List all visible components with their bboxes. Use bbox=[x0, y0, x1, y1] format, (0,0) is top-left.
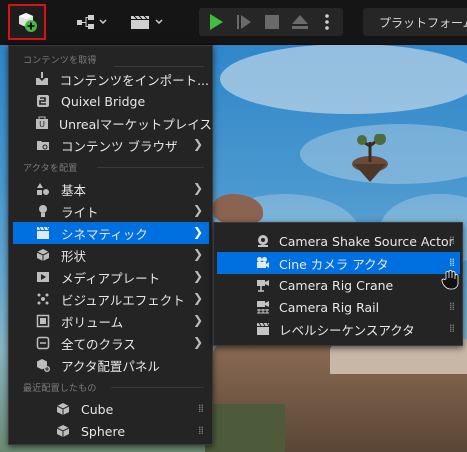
cloud bbox=[220, 44, 467, 114]
hand-cursor-icon bbox=[441, 270, 459, 290]
drag-handle-icon[interactable]: ⁞⁞ bbox=[198, 424, 204, 437]
section-header-get-content: コンテンツを取得 bbox=[23, 56, 97, 66]
section-header-place-actors: アクタを配置 bbox=[23, 164, 78, 174]
vfx-icon bbox=[35, 291, 51, 307]
chevron-right-icon: ❯ bbox=[192, 269, 203, 283]
divider bbox=[97, 167, 204, 168]
menu-item-all-classes[interactable]: 全てのクラス ❯ bbox=[13, 332, 209, 354]
chevron-right-icon: ❯ bbox=[192, 225, 203, 239]
camera-shake-icon bbox=[255, 233, 271, 249]
add-content-menu: コンテンツを取得 コンテンツをインポート... Quixel Bridge U … bbox=[8, 45, 213, 445]
svg-text:U: U bbox=[39, 120, 45, 129]
drag-handle-icon[interactable]: ⁞⁞ bbox=[449, 234, 455, 247]
chevron-right-icon: ❯ bbox=[192, 335, 203, 349]
play-icon[interactable] bbox=[207, 13, 225, 31]
chevron-right-icon: ❯ bbox=[192, 291, 203, 305]
menu-item-content-browser[interactable]: コンテンツ ブラウザ ❯ bbox=[13, 134, 209, 156]
submenu-item-camera-rig-rail[interactable]: Camera Rig Rail ⁞⁞ bbox=[217, 296, 460, 318]
camera-rail-icon bbox=[255, 299, 271, 315]
advance-frame-icon[interactable] bbox=[235, 13, 253, 31]
submenu-item-camera-rig-crane[interactable]: Camera Rig Crane ⁞⁞ bbox=[217, 274, 460, 296]
add-actor-icon bbox=[19, 13, 37, 32]
menu-item-unreal-marketplace[interactable]: U Unrealマーケットプレイス bbox=[13, 112, 212, 134]
cube-icon bbox=[35, 247, 51, 263]
light-icon bbox=[35, 203, 51, 219]
menu-item-visual-effects[interactable]: ビジュアルエフェクト ❯ bbox=[13, 288, 209, 310]
platforms-button[interactable]: プラットフォーム bbox=[363, 8, 467, 36]
blueprint-icon bbox=[77, 15, 107, 29]
submenu-item-cine-camera-actor[interactable]: Cine カメラ アクタ ⁞⁞ bbox=[217, 252, 460, 274]
chevron-right-icon: ❯ bbox=[192, 137, 203, 151]
menu-item-cinematic[interactable]: シネマティック ❯ bbox=[13, 222, 209, 244]
menu-item-import-content[interactable]: コンテンツをインポート... bbox=[13, 68, 209, 90]
divider bbox=[114, 66, 204, 67]
main-toolbar: プラットフォーム bbox=[0, 0, 467, 45]
chevron-right-icon: ❯ bbox=[192, 203, 203, 217]
menu-item-quixel-bridge[interactable]: Quixel Bridge bbox=[13, 90, 209, 112]
blueprint-button[interactable] bbox=[70, 8, 114, 36]
chevron-right-icon: ❯ bbox=[192, 247, 203, 261]
cinematics-button[interactable] bbox=[126, 8, 170, 36]
chevron-right-icon: ❯ bbox=[192, 313, 203, 327]
folder-icon bbox=[35, 137, 51, 153]
panel-icon bbox=[35, 357, 51, 373]
volume-icon bbox=[35, 313, 51, 329]
cinematic-submenu: Camera Shake Source Actor ⁞⁞ Cine カメラ アク… bbox=[213, 222, 463, 346]
menu-item-basic[interactable]: 基本 ❯ bbox=[13, 178, 209, 200]
clapper-icon bbox=[35, 225, 51, 241]
drag-handle-icon[interactable]: ⁞⁞ bbox=[198, 402, 204, 415]
classes-icon bbox=[35, 335, 51, 351]
floating-island bbox=[352, 134, 388, 182]
drag-handle-icon[interactable]: ⁞⁞ bbox=[449, 256, 455, 269]
menu-item-shapes[interactable]: 形状 ❯ bbox=[13, 244, 209, 266]
sphere-icon bbox=[55, 423, 71, 439]
cine-camera-icon bbox=[255, 255, 271, 271]
play-controls bbox=[199, 8, 343, 36]
clapper-dropdown-icon bbox=[131, 15, 163, 29]
cube-icon bbox=[55, 401, 71, 417]
menu-item-place-actors-panel[interactable]: アクタ配置パネル bbox=[13, 354, 209, 376]
marketplace-icon: U bbox=[35, 115, 49, 131]
menu-item-media-plate[interactable]: メディアプレート ❯ bbox=[13, 266, 209, 288]
camera-crane-icon bbox=[255, 277, 271, 293]
more-options-icon[interactable] bbox=[323, 13, 331, 31]
stop-icon[interactable] bbox=[263, 13, 281, 31]
menu-item-volumes[interactable]: ボリューム ❯ bbox=[13, 310, 209, 332]
platforms-label: プラットフォーム bbox=[379, 15, 467, 30]
shapes-icon bbox=[35, 181, 51, 197]
menu-item-recent-cube[interactable]: Cube ⁞⁞ bbox=[13, 398, 209, 420]
clapper-icon bbox=[255, 321, 271, 337]
submenu-item-camera-shake-source-actor[interactable]: Camera Shake Source Actor ⁞⁞ bbox=[217, 230, 460, 252]
media-icon bbox=[35, 269, 51, 285]
submenu-item-level-sequence-actor[interactable]: レベルシーケンスアクタ ⁞⁞ bbox=[217, 318, 460, 340]
menu-item-recent-sphere[interactable]: Sphere ⁞⁞ bbox=[13, 420, 209, 442]
eject-icon[interactable] bbox=[291, 13, 309, 31]
import-icon bbox=[35, 71, 50, 87]
drag-handle-icon[interactable]: ⁞⁞ bbox=[449, 322, 455, 335]
rock-formation bbox=[205, 404, 285, 452]
menu-item-lights[interactable]: ライト ❯ bbox=[13, 200, 209, 222]
drag-handle-icon[interactable]: ⁞⁞ bbox=[449, 300, 455, 313]
section-header-recently-placed: 最近配置したもの bbox=[23, 384, 97, 394]
bridge-icon bbox=[35, 93, 51, 109]
divider bbox=[111, 387, 204, 388]
chevron-right-icon: ❯ bbox=[192, 181, 203, 195]
add-content-button[interactable] bbox=[8, 4, 46, 40]
